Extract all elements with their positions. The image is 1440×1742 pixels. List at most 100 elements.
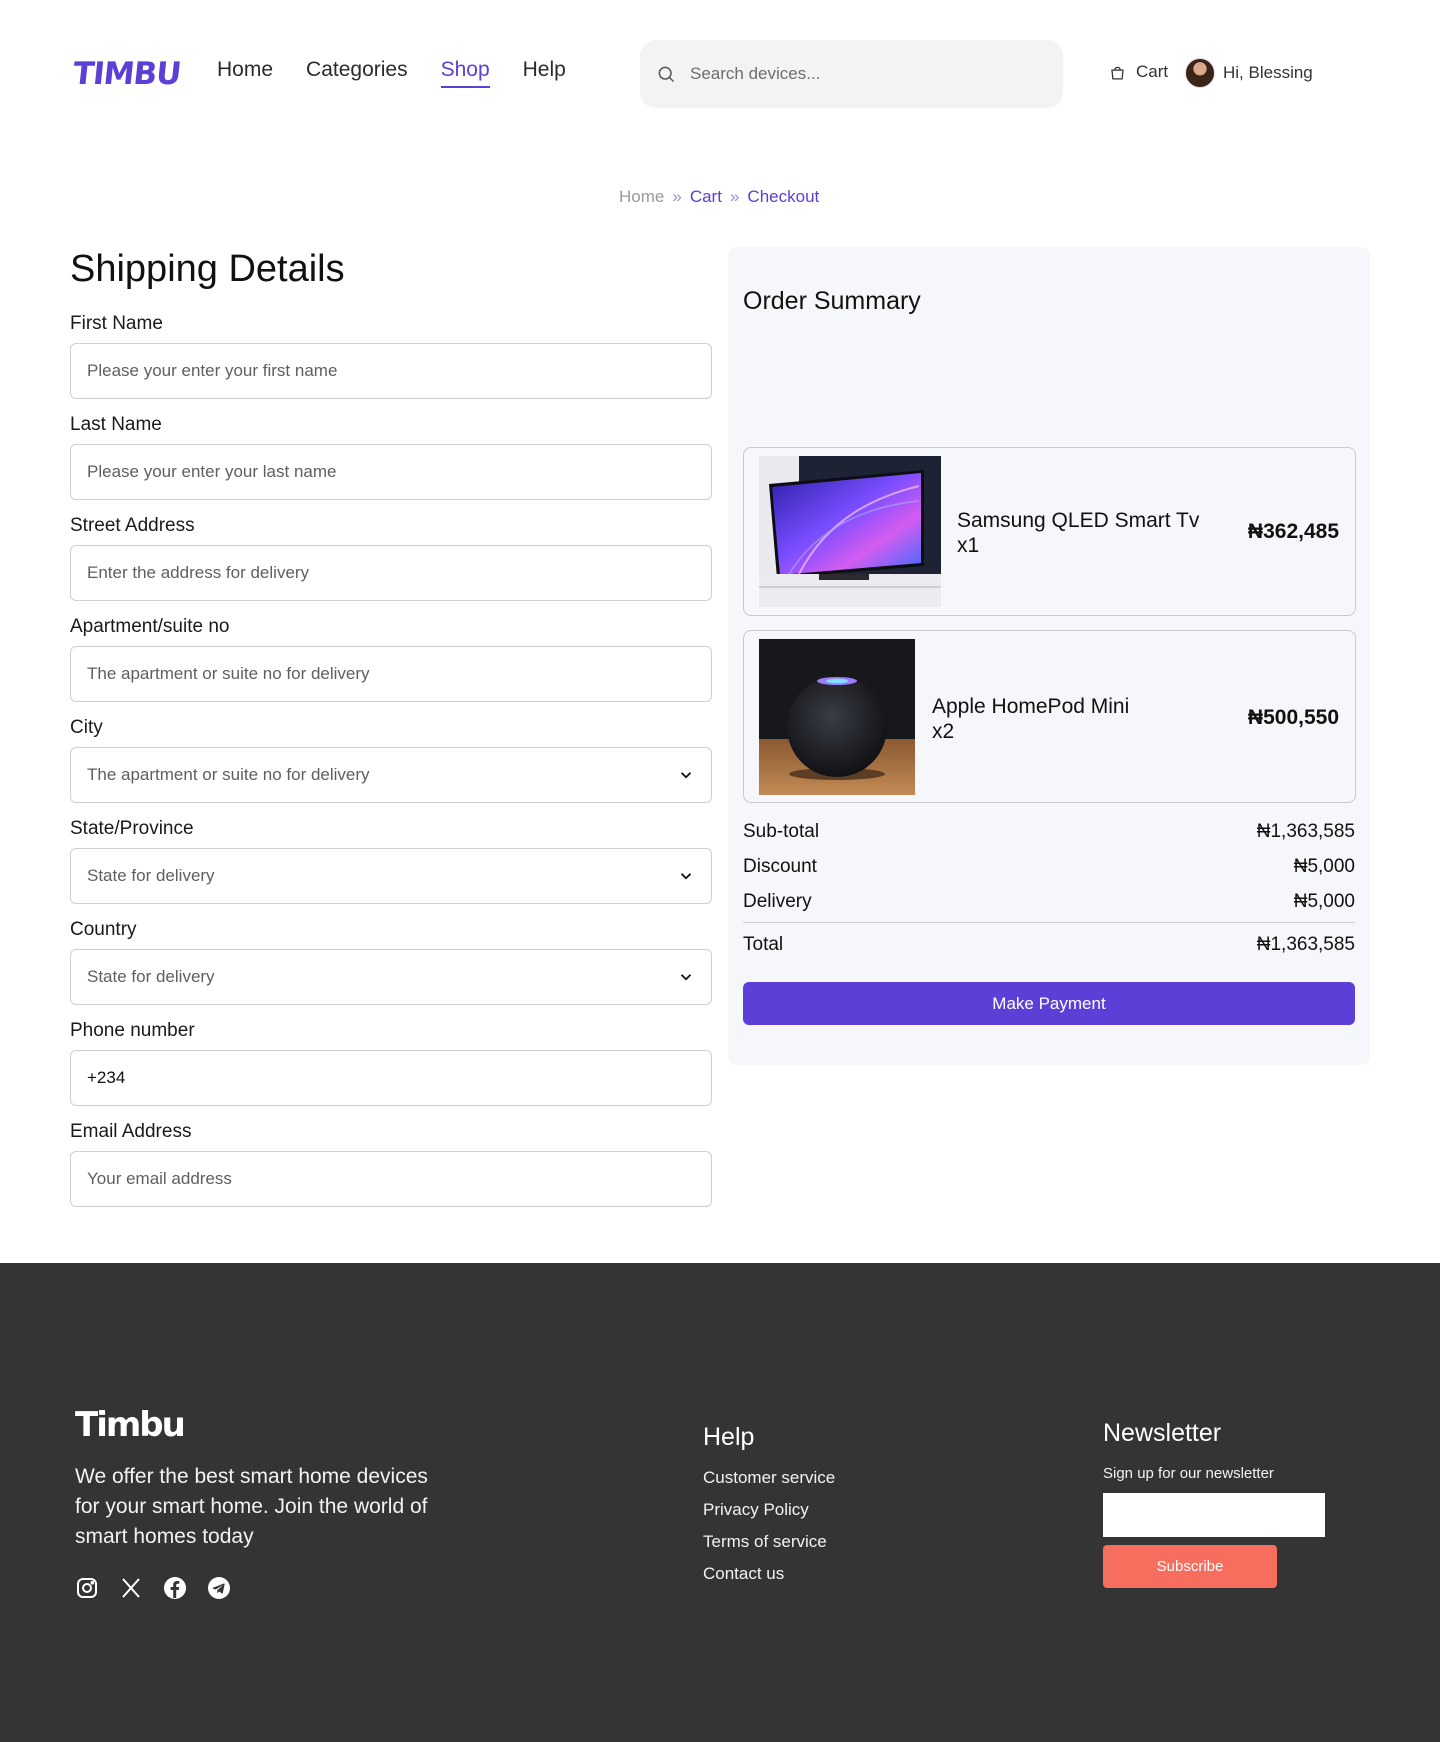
discount-value: ₦5,000 bbox=[1293, 856, 1355, 877]
discount-row: Discount ₦5,000 bbox=[743, 856, 1355, 878]
state-select-value: State for delivery bbox=[87, 866, 215, 885]
delivery-label: Delivery bbox=[743, 891, 812, 912]
search-bar bbox=[640, 40, 1063, 108]
breadcrumb: Home » Cart » Checkout bbox=[619, 187, 819, 207]
country-field: Country State for delivery bbox=[70, 919, 712, 1005]
footer-about: We offer the best smart home devices for… bbox=[75, 1465, 428, 1548]
last-name-input[interactable] bbox=[87, 462, 695, 482]
item-name: Apple HomePod Mini x2 bbox=[932, 695, 1130, 743]
nav-help[interactable]: Help bbox=[523, 58, 566, 88]
footer-link-contact-us[interactable]: Contact us bbox=[703, 1564, 835, 1583]
city-label: City bbox=[70, 717, 103, 738]
nav-home[interactable]: Home bbox=[217, 58, 273, 88]
site-footer: Timbu We offer the best smart home devic… bbox=[0, 1263, 1440, 1742]
item-price: ₦362,485 bbox=[1247, 520, 1339, 543]
first-name-label: First Name bbox=[70, 313, 163, 334]
city-select-value: The apartment or suite no for delivery bbox=[87, 765, 370, 784]
breadcrumb-checkout: Checkout bbox=[747, 187, 820, 206]
x-icon[interactable] bbox=[119, 1576, 143, 1600]
newsletter-email-input[interactable] bbox=[1103, 1493, 1325, 1537]
state-select[interactable]: State for delivery bbox=[70, 848, 712, 904]
total-label: Total bbox=[743, 934, 784, 955]
last-name-label: Last Name bbox=[70, 414, 162, 435]
user-greeting: Hi, Blessing bbox=[1223, 63, 1313, 82]
breadcrumb-cart[interactable]: Cart bbox=[690, 187, 722, 207]
first-name-input[interactable] bbox=[87, 361, 695, 381]
search-input[interactable] bbox=[690, 64, 1050, 84]
cart-item-homepod: Apple HomePod Mini x2 ₦500,550 bbox=[743, 630, 1356, 803]
first-name-field: First Name bbox=[70, 313, 712, 399]
footer-link-terms-of-service[interactable]: Terms of service bbox=[703, 1532, 835, 1551]
shipping-form: Shipping Details First Name Last Name St… bbox=[70, 245, 712, 1222]
chevron-double-right-icon: » bbox=[672, 187, 682, 206]
nav-shop[interactable]: Shop bbox=[440, 58, 490, 88]
discount-label: Discount bbox=[743, 856, 817, 877]
tv-image bbox=[759, 456, 941, 607]
phone-label: Phone number bbox=[70, 1020, 195, 1041]
email-input[interactable] bbox=[87, 1169, 695, 1189]
subtotal-value: ₦1,363,585 bbox=[1256, 821, 1355, 842]
telegram-icon[interactable] bbox=[207, 1576, 231, 1600]
phone-field: Phone number bbox=[70, 1020, 712, 1106]
phone-input[interactable] bbox=[87, 1068, 695, 1088]
cart-label: Cart bbox=[1136, 62, 1169, 81]
state-field: State/Province State for delivery bbox=[70, 818, 712, 904]
page-title: Shipping Details bbox=[70, 248, 345, 290]
order-summary: Order Summary Samsung QLED Smart Tv x1 ₦… bbox=[728, 247, 1370, 1065]
country-select-value: State for delivery bbox=[87, 967, 215, 986]
order-summary-title: Order Summary bbox=[743, 287, 921, 315]
summary-divider bbox=[743, 922, 1355, 923]
newsletter-title: Newsletter bbox=[1103, 1419, 1222, 1447]
country-label: Country bbox=[70, 919, 137, 940]
brand-logo[interactable]: TIMBU bbox=[71, 56, 182, 92]
subtotal-label: Sub-total bbox=[743, 821, 820, 842]
avatar bbox=[1185, 58, 1215, 88]
street-address-field: Street Address bbox=[70, 515, 712, 601]
subscribe-button[interactable]: Subscribe bbox=[1103, 1545, 1277, 1588]
footer-link-privacy-policy[interactable]: Privacy Policy bbox=[703, 1500, 835, 1519]
street-address-input[interactable] bbox=[87, 563, 695, 583]
instagram-icon[interactable] bbox=[75, 1576, 99, 1600]
apartment-label: Apartment/suite no bbox=[70, 616, 230, 637]
item-price: ₦500,550 bbox=[1247, 706, 1339, 729]
delivery-row: Delivery ₦5,000 bbox=[743, 891, 1355, 913]
chevron-down-icon bbox=[680, 873, 692, 880]
delivery-value: ₦5,000 bbox=[1293, 891, 1355, 912]
state-label: State/Province bbox=[70, 818, 194, 839]
make-payment-button[interactable]: Make Payment bbox=[743, 982, 1355, 1025]
chevron-down-icon bbox=[680, 974, 692, 981]
item-name: Samsung QLED Smart Tv x1 bbox=[957, 509, 1200, 557]
cart-button[interactable]: Cart bbox=[1108, 62, 1168, 82]
user-menu[interactable]: Hi, Blessing bbox=[1185, 58, 1313, 88]
footer-link-customer-service[interactable]: Customer service bbox=[703, 1468, 835, 1487]
apartment-field: Apartment/suite no bbox=[70, 616, 712, 702]
country-select[interactable]: State for delivery bbox=[70, 949, 712, 1005]
subtotal-row: Sub-total ₦1,363,585 bbox=[743, 821, 1355, 843]
apartment-input[interactable] bbox=[87, 664, 695, 684]
city-select[interactable]: The apartment or suite no for delivery bbox=[70, 747, 712, 803]
email-label: Email Address bbox=[70, 1121, 192, 1142]
last-name-field: Last Name bbox=[70, 414, 712, 500]
footer-help: Help Customer service Privacy Policy Ter… bbox=[703, 1423, 835, 1596]
social-links bbox=[75, 1576, 231, 1600]
chevron-double-right-icon: » bbox=[729, 187, 740, 206]
footer-logo[interactable]: Timbu bbox=[75, 1405, 186, 1445]
footer-help-title: Help bbox=[703, 1423, 755, 1451]
search-icon bbox=[658, 66, 675, 83]
city-field: City The apartment or suite no for deliv… bbox=[70, 717, 712, 803]
newsletter-text: Sign up for our newsletter bbox=[1103, 1465, 1274, 1482]
homepod-image bbox=[759, 639, 915, 795]
footer-newsletter: Newsletter Sign up for our newsletter Su… bbox=[1103, 1419, 1325, 1588]
cart-item-tv: Samsung QLED Smart Tv x1 ₦362,485 bbox=[743, 447, 1356, 616]
cart-icon bbox=[1111, 66, 1124, 79]
chevron-down-icon bbox=[680, 772, 692, 779]
nav-categories[interactable]: Categories bbox=[306, 58, 408, 88]
total-row: Total ₦1,363,585 bbox=[743, 934, 1355, 956]
breadcrumb-home[interactable]: Home bbox=[619, 187, 664, 207]
facebook-icon[interactable] bbox=[163, 1576, 187, 1600]
main-nav: Home Categories Shop Help bbox=[217, 58, 599, 88]
email-field: Email Address bbox=[70, 1121, 712, 1207]
total-value: ₦1,363,585 bbox=[1256, 934, 1355, 955]
street-address-label: Street Address bbox=[70, 515, 195, 536]
site-header: TIMBU Home Categories Shop Help Cart Hi,… bbox=[0, 0, 1440, 148]
